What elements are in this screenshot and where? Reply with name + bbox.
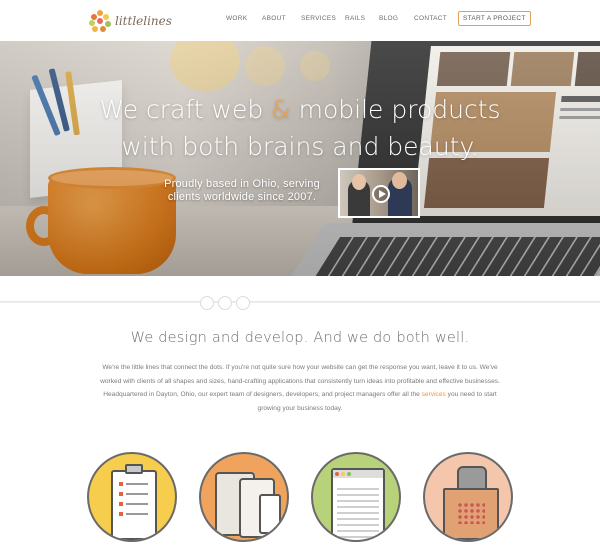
hero-subtitle: Proudly based in Ohio, serving clients w… bbox=[164, 178, 320, 203]
nav-work[interactable]: WORK bbox=[226, 15, 247, 22]
nav-services[interactable]: SERVICES bbox=[301, 15, 336, 22]
services-link[interactable]: services bbox=[422, 391, 446, 398]
divider-ring-icon bbox=[200, 296, 214, 310]
section-headline: We design and develop. And we do both we… bbox=[130, 330, 470, 346]
divider-ring-icon bbox=[236, 296, 250, 310]
hero-title-part: mobile products bbox=[290, 95, 501, 124]
divider-line bbox=[0, 301, 600, 303]
service-ecommerce[interactable] bbox=[423, 452, 513, 542]
start-project-button[interactable]: START A PROJECT bbox=[458, 11, 531, 26]
main-nav: WORK ABOUT SERVICES RAILS BLOG CONTACT S… bbox=[0, 11, 600, 29]
page: littlelines WORK ABOUT SERVICES RAILS BL… bbox=[0, 0, 600, 557]
hero-title-ampersand: & bbox=[271, 95, 291, 124]
hero-title-part: We craft web bbox=[99, 95, 272, 124]
service-devices[interactable] bbox=[199, 452, 289, 542]
person-face bbox=[392, 172, 407, 189]
hero-banner: We craft web & mobile products with both… bbox=[0, 41, 600, 276]
video-thumbnail[interactable] bbox=[338, 168, 420, 218]
site-header: littlelines WORK ABOUT SERVICES RAILS BL… bbox=[0, 0, 600, 41]
nav-about[interactable]: ABOUT bbox=[262, 15, 286, 22]
nav-blog[interactable]: BLOG bbox=[379, 15, 398, 22]
section-divider bbox=[0, 296, 600, 310]
divider-ring-icon bbox=[218, 296, 232, 310]
service-development[interactable] bbox=[311, 452, 401, 542]
nav-contact[interactable]: CONTACT bbox=[414, 15, 447, 22]
service-icons-row bbox=[0, 452, 600, 552]
play-icon[interactable] bbox=[372, 185, 390, 203]
person-face bbox=[352, 174, 366, 190]
hero-title-line2: with both brains and beauty. bbox=[121, 132, 479, 161]
hero-title: We craft web & mobile products with both… bbox=[0, 91, 600, 165]
service-strategy[interactable] bbox=[87, 452, 177, 542]
intro-paragraph: We're the little lines that connect the … bbox=[98, 361, 502, 415]
nav-rails[interactable]: RAILS bbox=[345, 15, 365, 22]
